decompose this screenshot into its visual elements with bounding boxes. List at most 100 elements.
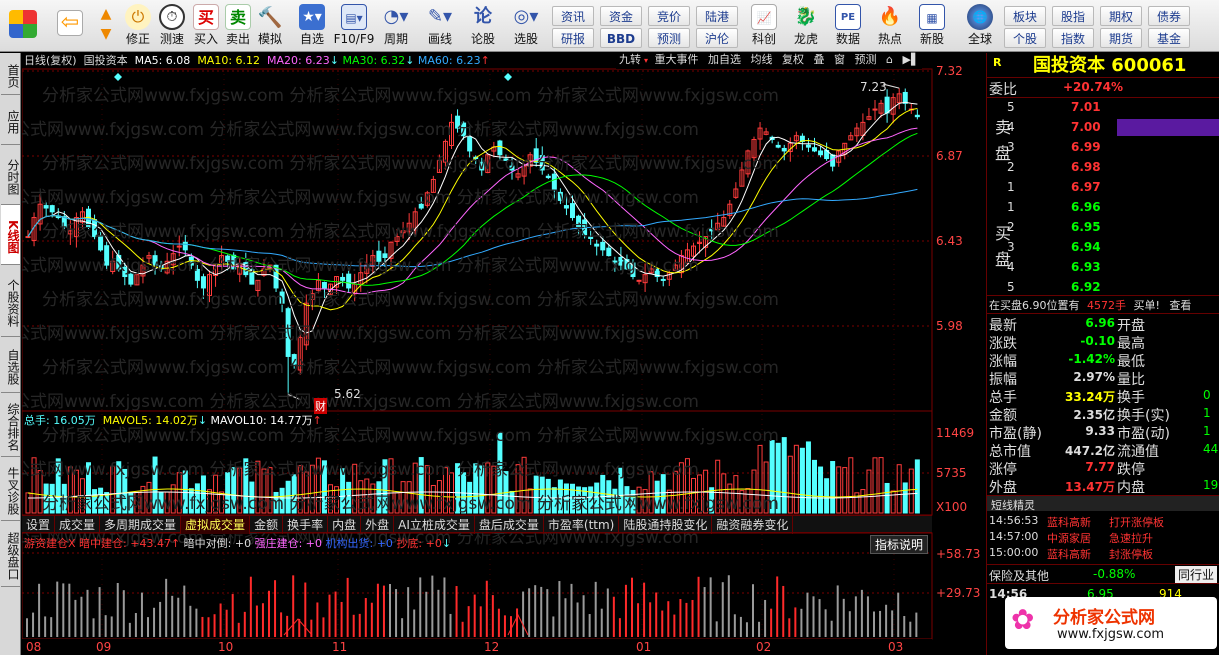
sell-price-0[interactable]: 7.01 [1071, 100, 1101, 114]
funds-button[interactable]: 基金 [1148, 28, 1190, 48]
indicator-help-button[interactable]: 指标说明 [870, 535, 929, 554]
indicator-tab-5[interactable]: 换手率 [283, 516, 329, 534]
volume-bar-128 [799, 447, 805, 514]
overlay-button[interactable]: 叠 [811, 53, 828, 66]
adjust-button[interactable]: 复权 [779, 53, 807, 66]
indicator-tab-4[interactable]: 金额 [250, 516, 284, 534]
news-button[interactable]: 资讯 [552, 6, 594, 26]
auction-button[interactable]: 竞价 [648, 6, 690, 26]
sector-row[interactable]: 保险及其他 -0.88% 同行业 [987, 564, 1219, 584]
sector-button[interactable]: 板块 [1004, 6, 1046, 26]
major-events-button[interactable]: 重大事件 [652, 53, 702, 66]
indicator-tab-2[interactable]: 多周期成交量 [100, 516, 182, 534]
f10-button[interactable]: ▤▾ F10/F9 [332, 2, 376, 50]
hotspot-button[interactable]: 🔥 热点 [872, 2, 908, 50]
options-button[interactable]: 期权 [1100, 6, 1142, 26]
stock-picker-button[interactable]: ◎▾ 选股 [506, 2, 546, 50]
indicator-tab-3[interactable]: 虚拟成交量 [181, 516, 251, 534]
indicator-tab-0[interactable]: 设置 [22, 516, 56, 534]
forecast-button[interactable]: 预测 [648, 28, 690, 48]
same-industry-button[interactable]: 同行业 [1175, 566, 1218, 583]
chart-canvas[interactable]: 分析家公式网www.fxjgsw.com 分析家公式网www.fxjgsw.co… [22, 53, 985, 655]
buy-level-2: 3 [1007, 240, 1015, 254]
index-futures-button[interactable]: 股指 [1052, 6, 1094, 26]
sell-price-2[interactable]: 6.99 [1071, 140, 1101, 154]
sell-price-3[interactable]: 6.98 [1071, 160, 1101, 174]
buy-price-3[interactable]: 6.93 [1071, 260, 1101, 274]
watchlist-button[interactable]: ★▾ 自选 [294, 2, 330, 50]
simulate-button[interactable]: 🔨 模拟 [254, 2, 286, 50]
stocks-button[interactable]: 个股 [1004, 28, 1046, 48]
discuss-button[interactable]: 论论股 [466, 2, 500, 50]
back-arrow-icon[interactable]: ⇦ [52, 2, 88, 50]
tab-home[interactable]: 首页 [1, 53, 20, 95]
indicator-tab-12[interactable]: 融资融券变化 [712, 516, 794, 534]
tab-kline[interactable]: K线图 [1, 205, 20, 265]
financial-report-badge[interactable]: 财 [314, 398, 327, 414]
shanghai-london-button[interactable]: 沪伦 [696, 28, 738, 48]
short-line-title: 短线精灵 [991, 499, 1035, 512]
indicator-tab-11[interactable]: 陆股通持股变化 [619, 516, 713, 534]
period-button[interactable]: ◔▾ 周期 [378, 2, 414, 50]
tab-super-orderbook[interactable]: 超级盘口 [1, 521, 20, 587]
sell-price-1[interactable]: 7.00 [1071, 120, 1101, 134]
sell-button[interactable]: 卖卖出 [222, 2, 254, 50]
capital-button[interactable]: 资金 [600, 6, 642, 26]
global-label: 全球 [967, 32, 992, 46]
indicator-tab-10[interactable]: 市盈率(ttm) [544, 516, 620, 534]
short-stock-1[interactable]: 中源家居 [1047, 530, 1091, 546]
indicator-tab-6[interactable]: 内盘 [328, 516, 362, 534]
buy-price-0[interactable]: 6.96 [1071, 200, 1101, 214]
sell-price-4[interactable]: 6.97 [1071, 180, 1101, 194]
buy-note-more[interactable]: 查看 [1163, 299, 1191, 312]
candle-body-87 [551, 173, 557, 190]
buy-price-4[interactable]: 6.92 [1071, 280, 1101, 294]
ma-settings-button[interactable]: 均线 [748, 53, 776, 66]
tab-watchlist[interactable]: 自选股 [1, 337, 20, 393]
tab-stock-profile[interactable]: 个股资料 [1, 265, 20, 337]
updown-arrows-icon[interactable]: ▲ ▼ [94, 2, 118, 50]
buy-price-1[interactable]: 6.95 [1071, 220, 1101, 234]
tab-apps[interactable]: 应用 [1, 95, 20, 145]
nine-turn-button[interactable]: 九转 [616, 53, 644, 66]
revise-button[interactable]: ⏻ 修正 [120, 2, 156, 50]
volume-bar-133 [830, 461, 836, 514]
indicator-tab-1[interactable]: 成交量 [55, 516, 101, 534]
buy-price-2[interactable]: 6.94 [1071, 240, 1101, 254]
bonds-button[interactable]: 债券 [1148, 6, 1190, 26]
futures-button[interactable]: 期货 [1100, 28, 1142, 48]
tab-diagnosis[interactable]: 牛叉诊股 [1, 457, 20, 521]
stat-key2-8: 跌停 [1117, 462, 1145, 478]
short-stock-2[interactable]: 蓝科高新 [1047, 546, 1091, 562]
indexes-button[interactable]: 指数 [1052, 28, 1094, 48]
kline-chart-area[interactable]: 分析家公式网www.fxjgsw.com 分析家公式网www.fxjgsw.co… [22, 53, 985, 655]
bbd-button[interactable]: BBD [600, 28, 642, 48]
tab-intraday[interactable]: 分时图 [1, 145, 20, 205]
global-button[interactable]: 🌐 全球 [958, 2, 1002, 50]
dragon-tiger-label: 龙虎 [793, 32, 818, 46]
dragon-tiger-button[interactable]: 🐉 龙虎 [788, 2, 824, 50]
watchlist-label: 自选 [299, 32, 324, 46]
ipo-button[interactable]: ▦ 新股 [914, 2, 950, 50]
star-market-button[interactable]: 📈 科创 [746, 2, 782, 50]
sector-change: -0.88% [1093, 567, 1136, 581]
tab-ranking[interactable]: 综合排名 [1, 393, 20, 457]
indicator-tab-9[interactable]: 盘后成交量 [475, 516, 544, 534]
app-logo-icon[interactable] [4, 2, 42, 50]
indicator-tab-7[interactable]: 外盘 [361, 516, 395, 534]
data-button[interactable]: PE 数据 [830, 2, 866, 50]
draw-line-button[interactable]: ✎▾ 画线 [420, 2, 460, 50]
research-button[interactable]: 研报 [552, 28, 594, 48]
predict-button[interactable]: 预测 [852, 53, 880, 66]
candle-body-78 [497, 140, 503, 156]
indicator-tab-8[interactable]: AI立桩成交量 [394, 516, 475, 534]
speedtest-button[interactable]: ⏱ 测速 [155, 2, 189, 50]
hk-connect-button[interactable]: 陆港 [696, 6, 738, 26]
buy-button[interactable]: 买买入 [190, 2, 222, 50]
volume-bar-132 [824, 478, 830, 514]
expand-arrow-icon[interactable]: ▶▌ [900, 53, 923, 66]
add-watchlist-button[interactable]: 加自选 [705, 53, 744, 66]
window-button[interactable]: 窗 [831, 53, 848, 66]
short-stock-0[interactable]: 蓝科高新 [1047, 514, 1091, 530]
lock-icon[interactable]: ⌂ [883, 53, 896, 66]
